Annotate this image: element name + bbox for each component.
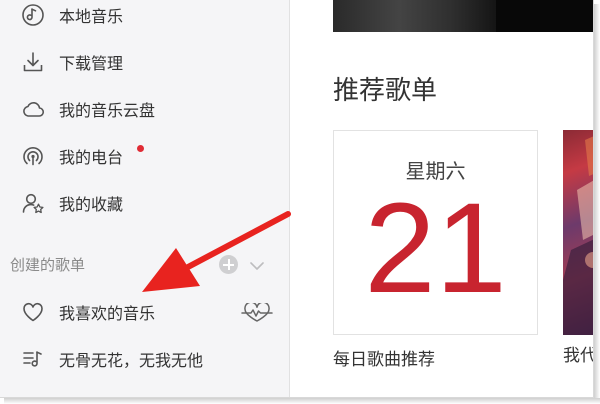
playlist-label: 无骨无花，无我无他: [59, 351, 204, 370]
music-note-icon: [20, 2, 46, 28]
main-content: 推荐歌单 星期六 21 每日歌曲推荐 我代收藏: [291, 0, 593, 397]
recommended-playlists-title: 推荐歌单: [333, 76, 438, 106]
heartbeat-mode-icon[interactable]: [241, 301, 273, 327]
daily-recommend-title[interactable]: 每日歌曲推荐: [333, 345, 435, 370]
sidebar-item-label: 我的收藏: [59, 195, 124, 214]
banner-carousel[interactable]: [333, 0, 593, 32]
sidebar-item-label: 本地音乐: [59, 7, 124, 26]
sidebar-item-local-music[interactable]: 本地音乐: [20, 0, 123, 30]
playlist-item-custom[interactable]: 无骨无花，无我无他: [20, 344, 203, 374]
day-number: 21: [364, 177, 507, 320]
playlist-label: 我喜欢的音乐: [59, 304, 156, 323]
window-shadow-right: [594, 4, 600, 404]
sidebar-item-radio[interactable]: 我的电台: [20, 141, 123, 171]
created-playlists-header: 创建的歌单: [10, 256, 86, 274]
plus-circle-icon[interactable]: [219, 255, 238, 274]
chevron-down-icon[interactable]: [249, 257, 265, 276]
app-window: 本地音乐 下载管理 我的音乐云盘 我的电台 我的收藏 创建的歌单 我喜欢的音乐 …: [0, 0, 594, 398]
sidebar-item-label: 我的电台: [59, 148, 124, 167]
window-shadow-bottom: [4, 398, 600, 404]
sidebar-item-cloud-disk[interactable]: 我的音乐云盘: [20, 94, 155, 124]
new-badge-dot: [137, 145, 144, 152]
download-icon: [20, 49, 46, 75]
sidebar-item-label: 下载管理: [59, 54, 124, 73]
radio-icon: [20, 143, 46, 169]
second-playlist-title[interactable]: 我代收藏: [563, 343, 593, 369]
sidebar-item-label: 我的音乐云盘: [59, 101, 156, 120]
sidebar-item-downloads[interactable]: 下载管理: [20, 47, 123, 77]
sidebar-item-favorites[interactable]: 我的收藏: [20, 188, 123, 218]
daily-recommend-card[interactable]: 星期六 21: [333, 130, 538, 335]
heart-icon: [20, 299, 46, 325]
playlist-item-liked-music[interactable]: 我喜欢的音乐: [20, 297, 155, 327]
playlist-icon: [20, 346, 46, 372]
playlist-cover-image[interactable]: [563, 130, 593, 335]
favorites-icon: [20, 190, 46, 216]
banner-image: [496, 0, 593, 32]
sidebar: 本地音乐 下载管理 我的音乐云盘 我的电台 我的收藏 创建的歌单 我喜欢的音乐 …: [0, 0, 290, 397]
cloud-icon: [20, 96, 46, 122]
